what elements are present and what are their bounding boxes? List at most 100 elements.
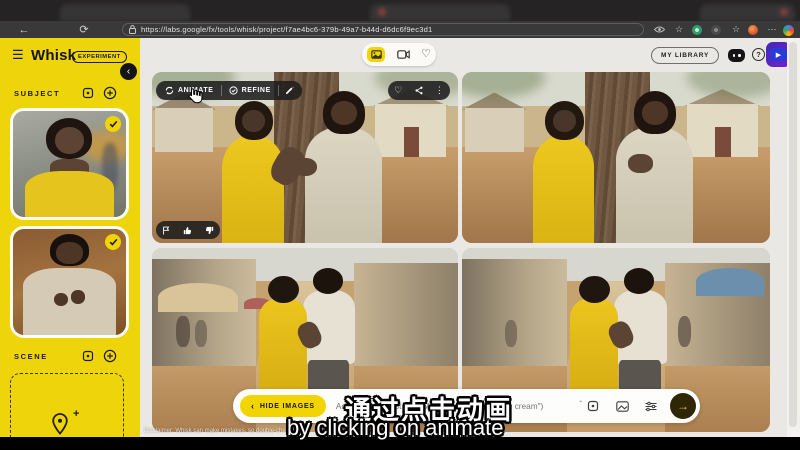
more-options-button[interactable]: ⋮ — [435, 86, 444, 95]
selected-check-badge — [105, 234, 121, 250]
menu-icon[interactable]: ☰ — [12, 47, 24, 63]
shuffle-subject-icon[interactable] — [80, 85, 95, 100]
tab-favicon — [378, 8, 386, 16]
settings-sliders-icon[interactable] — [644, 399, 658, 413]
feedback-toolbar — [156, 221, 220, 239]
thumbs-up-icon — [183, 226, 192, 235]
eye-icon[interactable] — [652, 21, 666, 38]
photo-layer — [242, 110, 265, 132]
scene-section-label: SCENE — [14, 352, 48, 361]
photo-layer — [176, 316, 190, 347]
generate-button[interactable]: → — [670, 393, 696, 419]
flag-button[interactable] — [162, 226, 170, 235]
photo-layer — [375, 104, 445, 157]
question-icon: ? — [756, 50, 761, 59]
collapse-sidebar-button[interactable]: ‹ — [120, 63, 137, 80]
photo-layer — [56, 242, 83, 264]
scrollbar-thumb[interactable] — [789, 42, 797, 427]
url-text: https://labs.google/fx/tools/whisk/proje… — [141, 25, 432, 34]
generated-image-2[interactable] — [462, 72, 770, 243]
my-library-button[interactable]: MY LIBRARY — [651, 47, 719, 64]
bookmark-star-icon[interactable]: ☆ — [672, 21, 686, 38]
refine-button[interactable]: REFINE — [222, 86, 278, 95]
photo-layer — [553, 110, 576, 132]
add-image-icon[interactable] — [615, 399, 629, 413]
photo-layer — [331, 101, 357, 125]
extension-icon[interactable] — [692, 25, 702, 35]
favorite-button[interactable]: ♡ — [394, 86, 402, 95]
scene-dropzone[interactable]: + — [10, 373, 124, 437]
check-icon — [109, 120, 118, 128]
photo-layer — [293, 158, 317, 177]
photo-layer — [465, 108, 524, 152]
prompt-expand-icon[interactable]: ˆ — [579, 400, 582, 409]
animate-icon — [165, 86, 174, 95]
sidebar: ☰ Whisk EXPERIMENT ‹ SUBJECT — [0, 38, 140, 437]
hide-images-button[interactable]: ‹ HIDE IMAGES — [240, 395, 326, 417]
help-button[interactable]: ? — [752, 48, 765, 61]
image-view-button[interactable] — [367, 47, 385, 62]
image-icon — [371, 50, 382, 59]
share-button[interactable] — [415, 86, 423, 95]
tab-favicon — [780, 8, 788, 16]
photo-layer — [624, 268, 655, 294]
generated-image-1[interactable]: ANIMATE REFINE ♡ ⋮ — [152, 72, 458, 243]
favorites-view-button[interactable]: ♡ — [421, 49, 431, 60]
image-meta-toolbar: ♡ ⋮ — [388, 81, 450, 100]
share-icon — [415, 86, 423, 95]
kebab-icon: ⋮ — [435, 86, 444, 95]
photo-layer — [354, 263, 458, 373]
photo-layer — [505, 320, 517, 348]
photo-layer — [155, 108, 213, 152]
photo-layer — [23, 268, 116, 337]
selected-check-badge — [105, 116, 121, 132]
favorites-star-icon[interactable]: ☆ — [729, 21, 743, 38]
image-action-toolbar: ANIMATE REFINE — [156, 81, 302, 100]
refine-label: REFINE — [242, 87, 271, 94]
disclaimer-text: Disclaimer: Whisk can make mistakes, so … — [144, 428, 296, 434]
discord-icon[interactable] — [728, 49, 745, 62]
photo-layer — [25, 171, 113, 220]
heart-icon: ♡ — [421, 49, 431, 60]
shuffle-scene-icon[interactable] — [80, 348, 95, 363]
photo-layer — [628, 154, 653, 173]
refresh-icon[interactable]: ⟳ — [76, 21, 92, 38]
play-icon: ▶ — [770, 48, 787, 61]
photo-layer — [616, 127, 693, 243]
photo-layer — [579, 276, 610, 304]
browser-menu-icon[interactable]: ⋯ — [765, 21, 779, 38]
chevron-left-icon: ‹ — [127, 67, 130, 77]
profile-avatar-icon[interactable] — [748, 25, 758, 35]
extension-icon[interactable] — [711, 25, 721, 35]
subject-thumbnail-woman[interactable] — [10, 108, 129, 220]
mouse-cursor-hand — [186, 87, 203, 111]
refine-check-icon — [229, 86, 238, 95]
edit-button[interactable] — [279, 86, 300, 95]
scene-empty-state: + — [49, 412, 89, 437]
heart-icon: ♡ — [394, 86, 402, 95]
add-scene-icon[interactable] — [102, 348, 117, 363]
subject-section-label: SUBJECT — [14, 89, 60, 98]
browser-tab[interactable] — [700, 4, 795, 21]
check-icon — [109, 238, 118, 246]
back-icon[interactable]: ← — [16, 21, 32, 38]
arrow-right-icon: → — [677, 399, 689, 413]
subject-thumbnail-man[interactable] — [10, 226, 129, 338]
location-pin-icon — [49, 412, 71, 437]
copilot-icon[interactable] — [783, 25, 794, 36]
photo-layer — [715, 127, 731, 158]
browser-tab[interactable] — [60, 4, 190, 21]
photo-layer — [642, 101, 668, 125]
video-view-button[interactable] — [397, 50, 410, 59]
chevron-left-icon: ‹ — [251, 401, 255, 411]
photo-layer — [696, 268, 764, 296]
add-subject-icon[interactable] — [102, 85, 117, 100]
photo-layer — [158, 283, 238, 312]
browser-tab[interactable] — [370, 4, 510, 21]
address-bar[interactable]: https://labs.google/fx/tools/whisk/proje… — [122, 23, 644, 36]
subtitle-english: by clicking on animate — [287, 415, 503, 441]
inspire-dice-icon[interactable] — [586, 399, 600, 413]
thumbs-up-button[interactable] — [183, 226, 192, 235]
photo-layer — [305, 127, 382, 243]
thumbs-down-button[interactable] — [205, 226, 214, 235]
